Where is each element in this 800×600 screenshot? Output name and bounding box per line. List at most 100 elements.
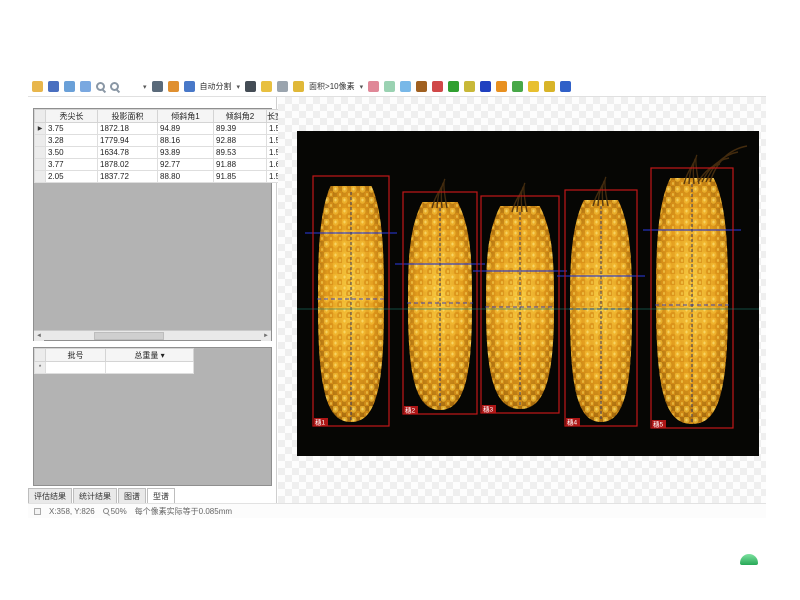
- svg-text:穗5: 穗5: [653, 420, 664, 429]
- table-row[interactable]: 3.281779.9488.1692.881.58: [35, 135, 285, 147]
- dropdown-caret-icon[interactable]: ▾: [360, 83, 364, 91]
- ear-label: 穗5: [652, 420, 666, 429]
- ear-label: 穗1: [314, 418, 328, 427]
- row-selector[interactable]: [35, 171, 46, 183]
- column-header[interactable]: 倾斜角1: [158, 110, 214, 123]
- open-folder-icon[interactable]: [32, 81, 43, 92]
- table-cell: 1634.78: [98, 147, 158, 159]
- sky-tool-icon[interactable]: [400, 81, 411, 92]
- left-panel: 秃尖长投影面积倾斜角1倾斜角2长宽比 ▶3.751872.1894.8989.3…: [28, 97, 277, 503]
- zoom-level: 50%: [103, 507, 127, 516]
- scrollbar-thumb[interactable]: [94, 332, 164, 340]
- monitor-icon[interactable]: [277, 81, 288, 92]
- results-table-header: 秃尖长投影面积倾斜角1倾斜角2长宽比: [35, 110, 285, 123]
- weight-new-row[interactable]: *: [35, 362, 194, 374]
- svg-text:穗3: 穗3: [483, 405, 494, 414]
- mint-tool-icon[interactable]: [384, 81, 395, 92]
- bucket-icon[interactable]: [261, 81, 272, 92]
- table-cell: 3.50: [46, 147, 98, 159]
- empty-cell[interactable]: [106, 362, 194, 374]
- results-table-container: 秃尖长投影面积倾斜角1倾斜角2长宽比 ▶3.751872.1894.8989.3…: [33, 108, 272, 341]
- table-cell: 2.05: [46, 171, 98, 183]
- results-hscrollbar[interactable]: ◄ ►: [34, 330, 271, 340]
- new-row-marker: *: [35, 362, 46, 374]
- tab-图谱[interactable]: 图谱: [118, 488, 146, 503]
- table-cell: 1878.02: [98, 159, 158, 171]
- table-cell: 3.28: [46, 135, 98, 147]
- table-cell: 93.89: [158, 147, 214, 159]
- column-header[interactable]: 秃尖长: [46, 110, 98, 123]
- brown-square-icon[interactable]: [416, 81, 427, 92]
- auto-segment-label[interactable]: 自动分割: [200, 81, 232, 92]
- table-cell: 3.75: [46, 123, 98, 135]
- table-cell: 89.39: [214, 123, 267, 135]
- tab-型谱[interactable]: 型谱: [147, 488, 175, 503]
- grid-chart-icon[interactable]: [560, 81, 571, 92]
- brand-logo-icon: [740, 554, 758, 565]
- cursor-icon[interactable]: [245, 81, 256, 92]
- cup-icon[interactable]: [293, 81, 304, 92]
- row-header: [35, 110, 46, 123]
- pie-icon[interactable]: [496, 81, 507, 92]
- row-header: [35, 349, 46, 362]
- flower-icon[interactable]: [512, 81, 523, 92]
- svg-text:穗2: 穗2: [405, 406, 416, 415]
- table-cell: 3.77: [46, 159, 98, 171]
- ear-label: 穗3: [482, 405, 496, 414]
- tab-评估结果[interactable]: 评估结果: [28, 488, 72, 503]
- table-cell: 88.80: [158, 171, 214, 183]
- table-cell: 92.88: [214, 135, 267, 147]
- corn-photo[interactable]: 穗1 穗2 穗3 穗4 穗5: [297, 131, 759, 456]
- scroll-left-arrow[interactable]: ◄: [34, 331, 44, 341]
- table-cell: 1837.72: [98, 171, 158, 183]
- blue-square-icon[interactable]: [480, 81, 491, 92]
- dropdown-caret-icon[interactable]: ▾: [237, 83, 241, 91]
- svg-text:穗4: 穗4: [567, 418, 578, 427]
- cursor-coordinates: X:358, Y:826: [49, 507, 95, 516]
- area-filter-label[interactable]: 面积>10像素: [309, 81, 355, 92]
- zoom-out-icon[interactable]: [110, 82, 119, 91]
- tab-统计结果[interactable]: 统计结果: [73, 488, 117, 503]
- bottom-tabs: 评估结果统计结果图谱型谱: [28, 488, 176, 503]
- image-viewer[interactable]: 穗1 穗2 穗3 穗4 穗5: [278, 97, 766, 503]
- table-row[interactable]: ▶3.751872.1894.8989.391.58: [35, 123, 285, 135]
- column-header[interactable]: 倾斜角2: [214, 110, 267, 123]
- table-cell: 91.88: [214, 159, 267, 171]
- row-selector[interactable]: ▶: [35, 123, 46, 135]
- mountain-icon[interactable]: [184, 81, 195, 92]
- table-row[interactable]: 2.051837.7288.8091.851.58: [35, 171, 285, 183]
- save-icon[interactable]: [48, 81, 59, 92]
- status-checkbox[interactable]: [34, 508, 41, 515]
- palette-icon[interactable]: [464, 81, 475, 92]
- pointer-icon[interactable]: [152, 81, 163, 92]
- chart-icon[interactable]: [544, 81, 555, 92]
- crop-icon[interactable]: [168, 81, 179, 92]
- row-selector[interactable]: [35, 135, 46, 147]
- image-icon[interactable]: [64, 81, 75, 92]
- ear-label: 穗2: [404, 406, 418, 415]
- weight-table-header: 批号总重量 ▾: [35, 349, 194, 362]
- row-selector[interactable]: [35, 147, 46, 159]
- column-header[interactable]: 总重量 ▾: [106, 349, 194, 362]
- table-cell: 91.85: [214, 171, 267, 183]
- table-row[interactable]: 3.501634.7893.8989.531.52: [35, 147, 285, 159]
- empty-cell[interactable]: [46, 362, 106, 374]
- pen-icon[interactable]: [432, 81, 443, 92]
- row-selector[interactable]: [35, 159, 46, 171]
- table-cell: 89.53: [214, 147, 267, 159]
- column-header[interactable]: 投影面积: [98, 110, 158, 123]
- pink-tool-icon[interactable]: [368, 81, 379, 92]
- magnifier-icon: [103, 508, 109, 514]
- column-header[interactable]: 批号: [46, 349, 106, 362]
- weight-table-container: 批号总重量 ▾ *: [33, 347, 272, 486]
- print-icon[interactable]: [80, 81, 91, 92]
- dropdown-caret-icon[interactable]: ▾: [143, 83, 147, 91]
- scroll-right-arrow[interactable]: ►: [261, 331, 271, 341]
- app-window: ▾自动分割▾面积>10像素▾ 秃尖长投影面积倾斜角1倾斜角2长宽比 ▶3.751…: [28, 60, 766, 518]
- zoom-in-icon[interactable]: [96, 82, 105, 91]
- table-row[interactable]: 3.771878.0292.7791.881.60: [35, 159, 285, 171]
- record-icon[interactable]: [448, 81, 459, 92]
- corn-analysis-overlay: 穗1 穗2 穗3 穗4 穗5: [297, 131, 759, 456]
- scale-note: 每个像素实际等于0.085mm: [135, 506, 232, 517]
- bars-icon[interactable]: [528, 81, 539, 92]
